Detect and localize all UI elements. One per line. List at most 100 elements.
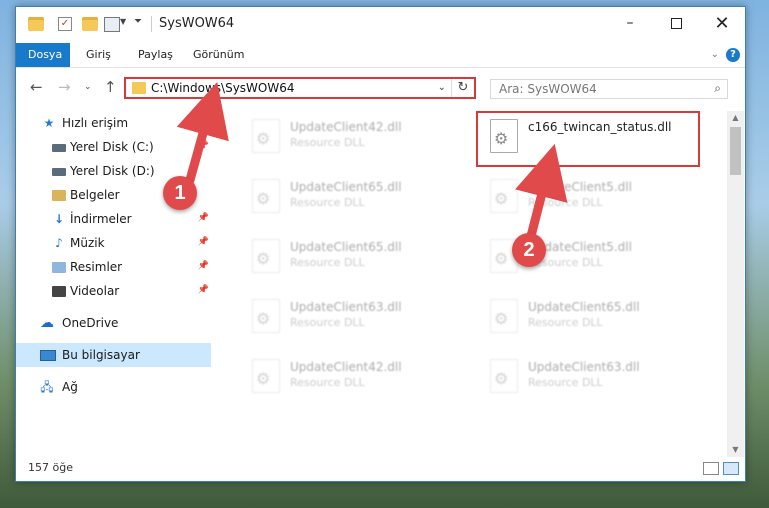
file-tile[interactable]: ⚙ UpdateClient65.dll Resource DLL — [480, 293, 700, 343]
address-path[interactable]: C:\Windows\SysWOW64 — [151, 81, 295, 95]
up-arrow-icon[interactable]: ↑ — [104, 78, 117, 96]
properties-check-icon[interactable]: ✓ — [58, 17, 72, 31]
tab-file[interactable]: Dosya — [16, 43, 70, 67]
file-tile[interactable]: ⚙ UpdateClient65.dll Resource DLL — [242, 173, 462, 223]
sidebar-item-label: Belgeler — [70, 188, 120, 202]
sidebar-item-label: Resimler — [70, 260, 123, 274]
tab-share[interactable]: Paylaş — [126, 43, 185, 67]
close-button[interactable]: ✕ — [699, 7, 745, 40]
status-bar: 157 öğe — [16, 457, 745, 479]
sidebar-item-quick-access[interactable]: ★ Hızlı erişim — [16, 111, 211, 135]
sidebar-item-disk-c[interactable]: Yerel Disk (C:) 📌 — [16, 135, 211, 159]
recent-locations-icon[interactable]: ⌄ — [84, 82, 92, 92]
pin-icon[interactable]: 📌 — [198, 237, 209, 247]
file-tile[interactable]: ⚙ UpdateClient65.dll Resource DLL — [242, 233, 462, 283]
caret-down-icon[interactable]: ▼ — [120, 17, 126, 26]
file-tile[interactable]: ⚙ UpdateClient42.dll Resource DLL — [242, 113, 462, 163]
pin-icon[interactable]: 📌 — [198, 285, 209, 295]
pin-icon[interactable]: 📌 — [198, 141, 209, 151]
dll-file-icon: ⚙ — [252, 119, 280, 153]
window-title: SysWOW64 — [159, 16, 235, 31]
address-dropdown-icon[interactable]: ⌄ — [438, 82, 446, 93]
sidebar-item-label: Yerel Disk (C:) — [70, 140, 154, 154]
minimize-button[interactable]: – — [607, 7, 653, 40]
back-arrow-icon[interactable]: ← — [30, 78, 43, 96]
list-view-icon[interactable] — [104, 17, 120, 32]
computer-icon — [40, 350, 56, 361]
file-type: Resource DLL — [290, 196, 365, 209]
tiles-view-icon[interactable] — [723, 462, 739, 475]
file-name: UpdateClient42.dll — [290, 360, 402, 374]
customize-toolbar-icon[interactable]: ⏷ — [134, 16, 142, 27]
pin-icon[interactable]: 📌 — [198, 213, 209, 223]
tab-home[interactable]: Giriş — [74, 43, 123, 67]
explorer-window: ✓ ▼ ⏷ SysWOW64 – ✕ Dosya Giriş Paylaş Gö… — [15, 6, 746, 482]
sidebar-item-label: Videolar — [70, 284, 120, 298]
file-name: UpdateClient63.dll — [528, 360, 640, 374]
navigation-pane: ★ Hızlı erişim Yerel Disk (C:) 📌 Yerel D… — [16, 111, 211, 461]
file-name: UpdateClient65.dll — [528, 300, 640, 314]
vertical-scrollbar[interactable]: ▲ ▼ — [727, 111, 744, 457]
maximize-icon — [670, 17, 682, 29]
details-view-icon[interactable] — [703, 462, 719, 475]
sidebar-item-label: Yerel Disk (D:) — [70, 164, 155, 178]
sidebar-item-pictures[interactable]: Resimler 📌 — [16, 255, 211, 279]
document-folder-icon — [52, 190, 66, 201]
dll-file-icon: ⚙ — [252, 299, 280, 333]
file-name: UpdateClient65.dll — [290, 240, 402, 254]
search-icon: ⌕ — [714, 81, 721, 95]
address-bar[interactable]: C:\Windows\SysWOW64 ⌄ ↻ — [124, 77, 476, 99]
sidebar-item-music[interactable]: ♪ Müzik 📌 — [16, 231, 211, 255]
ribbon-tabs: Dosya Giriş Paylaş Görünüm ⌄ ? — [16, 43, 745, 68]
file-type: Resource DLL — [528, 316, 603, 329]
expand-ribbon-icon[interactable]: ⌄ — [711, 49, 719, 60]
tab-view[interactable]: Görünüm — [181, 43, 256, 67]
step-badge-1: 1 — [163, 176, 197, 210]
file-type: Resource DLL — [528, 376, 603, 389]
help-icon[interactable]: ? — [726, 48, 740, 62]
search-input[interactable]: Ara: SysWOW64 ⌕ — [490, 79, 728, 99]
divider — [151, 16, 152, 32]
sidebar-item-onedrive[interactable]: ☁ OneDrive — [16, 311, 211, 335]
file-tile[interactable]: ⚙ UpdateClient63.dll Resource DLL — [242, 293, 462, 343]
scroll-up-icon[interactable]: ▲ — [727, 111, 744, 125]
file-name: UpdateClient65.dll — [290, 180, 402, 194]
refresh-button[interactable]: ↻ — [451, 79, 474, 97]
folder-icon — [132, 82, 146, 94]
dll-file-icon: ⚙ — [252, 359, 280, 393]
sidebar-item-label: Ağ — [62, 380, 78, 394]
new-folder-icon[interactable] — [82, 17, 98, 31]
star-icon: ★ — [43, 116, 55, 130]
video-icon — [52, 286, 66, 297]
sidebar-item-downloads[interactable]: ↓ İndirmeler 📌 — [16, 207, 211, 231]
dll-file-icon: ⚙ — [252, 179, 280, 213]
file-type: Resource DLL — [290, 376, 365, 389]
file-name: UpdateClient42.dll — [290, 120, 402, 134]
maximize-button[interactable] — [653, 7, 699, 40]
sidebar-item-label: İndirmeler — [70, 212, 132, 226]
navigation-bar: ← → ⌄ ↑ C:\Windows\SysWOW64 ⌄ ↻ Ara: Sys… — [16, 71, 745, 103]
cloud-icon: ☁ — [40, 315, 54, 331]
network-icon: 🖧 — [40, 380, 54, 394]
dll-file-icon: ⚙ — [490, 179, 518, 213]
pictures-icon — [52, 262, 66, 273]
file-tile[interactable]: ⚙ UpdateClient63.dll Resource DLL — [480, 353, 700, 403]
file-tile[interactable]: ⚙ UpdateClient5.dll Resource DLL — [480, 173, 700, 223]
file-tile[interactable]: ⚙ UpdateClient42.dll Resource DLL — [242, 353, 462, 403]
dll-file-icon: ⚙ — [252, 239, 280, 273]
sidebar-item-this-pc[interactable]: Bu bilgisayar — [16, 343, 211, 367]
scroll-thumb[interactable] — [730, 127, 741, 175]
disk-icon — [52, 168, 66, 176]
forward-arrow-icon[interactable]: → — [58, 78, 71, 96]
file-type: Resource DLL — [290, 256, 365, 269]
search-placeholder: Ara: SysWOW64 — [499, 82, 597, 96]
disk-icon — [52, 144, 66, 152]
folder-icon[interactable] — [28, 17, 44, 31]
scroll-down-icon[interactable]: ▼ — [727, 443, 744, 457]
highlight-box — [476, 111, 700, 167]
pin-icon[interactable]: 📌 — [198, 261, 209, 271]
sidebar-item-label: Bu bilgisayar — [62, 348, 140, 362]
sidebar-item-network[interactable]: 🖧 Ağ — [16, 375, 211, 399]
sidebar-item-label: Müzik — [70, 236, 105, 250]
sidebar-item-videos[interactable]: Videolar 📌 — [16, 279, 211, 303]
